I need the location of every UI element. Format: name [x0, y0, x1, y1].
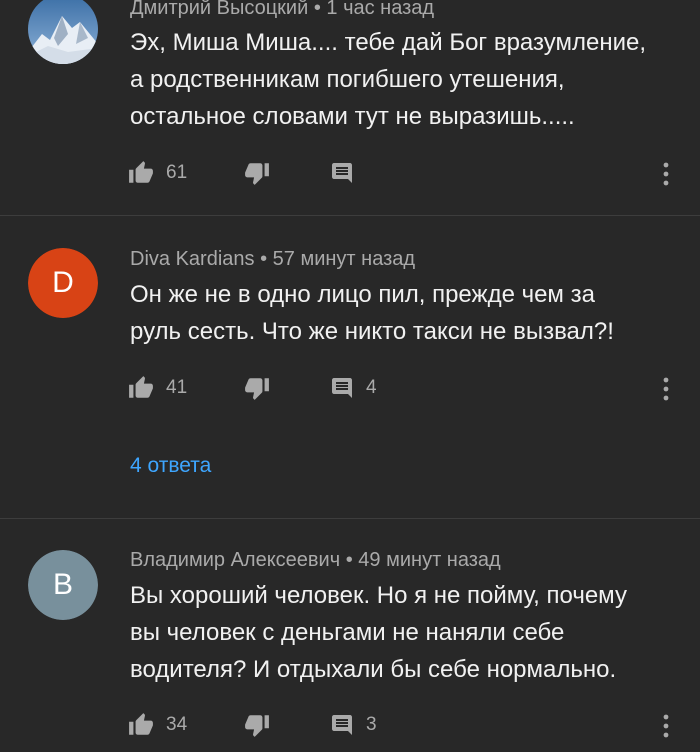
like-button[interactable]: 34: [128, 710, 187, 740]
comment-text: Эх, Миша Миша.... тебе дай Бог вразумлен…: [130, 24, 680, 135]
comment-meta: Дмитрий Высоцкий • 1 час назад: [130, 0, 434, 20]
comment-text-line: Он же не в одно лицо пил, прежде чем за: [130, 281, 595, 308]
comment-author[interactable]: Дмитрий Высоцкий: [130, 0, 308, 19]
thumbs-down-icon: [245, 715, 269, 737]
comment-icon: [332, 378, 352, 398]
comment-icon: [332, 715, 352, 735]
comment-time: 1 час назад: [326, 0, 435, 19]
comment-author[interactable]: Diva Kardians: [130, 248, 255, 270]
thumbs-up-icon: [129, 376, 153, 398]
reply-count: 4: [366, 377, 377, 398]
comment-author[interactable]: Владимир Алексеевич: [130, 549, 340, 571]
comment-text-line: руль сесть. Что же никто такси не вызвал…: [130, 318, 614, 345]
meta-separator: •: [345, 549, 353, 571]
avatar-letter: D: [52, 266, 74, 299]
comment-time: 57 минут назад: [272, 248, 416, 270]
comment-text: Он же не в одно лицо пил, прежде чем за …: [130, 276, 680, 350]
reply-button[interactable]: 4: [330, 373, 377, 403]
avatar[interactable]: B: [28, 550, 98, 620]
comment-actions: 41 4: [128, 373, 688, 403]
avatar[interactable]: D: [28, 248, 98, 318]
thumbs-down-icon: [245, 163, 269, 185]
more-button[interactable]: [654, 712, 678, 740]
dislike-button[interactable]: [244, 158, 270, 188]
like-button[interactable]: 41: [128, 373, 187, 403]
comment-text: Вы хороший человек. Но я не пойму, почем…: [130, 577, 680, 688]
comment-text-line: остальное словами тут не выразишь.....: [130, 103, 575, 130]
comment-text-line: вы человек с деньгами не наняли себе: [130, 619, 565, 646]
more-vertical-icon: [663, 714, 669, 738]
more-vertical-icon: [663, 162, 669, 186]
comment-text-line: а родственникам погибшего утешения,: [130, 66, 565, 93]
view-replies-link[interactable]: 4 ответа: [130, 454, 211, 478]
comment-item: D Diva Kardians • 57 минут назад Он же н…: [0, 216, 700, 518]
meta-separator: •: [260, 248, 268, 270]
comment-meta: Diva Kardians • 57 минут назад: [130, 248, 415, 271]
reply-button[interactable]: 3: [330, 710, 377, 740]
comment-text-line: Вы хороший человек. Но я не пойму, почем…: [130, 582, 627, 609]
comment-actions: 61: [128, 158, 688, 188]
like-count: 41: [166, 377, 188, 398]
comment-time: 49 минут назад: [358, 549, 501, 571]
comments-feed: Дмитрий Высоцкий • 1 час назад Эх, Миша …: [0, 0, 700, 752]
avatar-letter: B: [52, 568, 73, 601]
thumbs-up-icon: [129, 161, 153, 183]
avatar[interactable]: [28, 0, 98, 64]
dislike-button[interactable]: [244, 373, 270, 403]
more-button[interactable]: [654, 375, 678, 403]
like-button[interactable]: 61: [128, 158, 187, 188]
reply-count: 3: [366, 714, 377, 735]
avatar-mountain-image: [28, 0, 98, 64]
thumbs-down-icon: [245, 378, 269, 400]
thumbs-up-icon: [129, 713, 153, 735]
reply-button[interactable]: [330, 158, 366, 188]
comment-item: Дмитрий Высоцкий • 1 час назад Эх, Миша …: [0, 0, 700, 215]
comment-text-line: Эх, Миша Миша.... тебе дай Бог вразумлен…: [130, 29, 646, 56]
more-button[interactable]: [654, 160, 678, 188]
comment-meta: Владимир Алексеевич • 49 минут назад: [130, 549, 501, 572]
comment-actions: 34 3: [128, 710, 688, 740]
comment-item: B Владимир Алексеевич • 49 минут назад В…: [0, 519, 700, 752]
dislike-button[interactable]: [244, 710, 270, 740]
meta-separator: •: [313, 0, 321, 19]
more-vertical-icon: [663, 377, 669, 401]
like-count: 34: [166, 714, 188, 735]
like-count: 61: [166, 162, 188, 183]
comment-text-line: водителя? И отдыхали бы себе нормально.: [130, 656, 617, 683]
comment-icon: [332, 163, 352, 183]
